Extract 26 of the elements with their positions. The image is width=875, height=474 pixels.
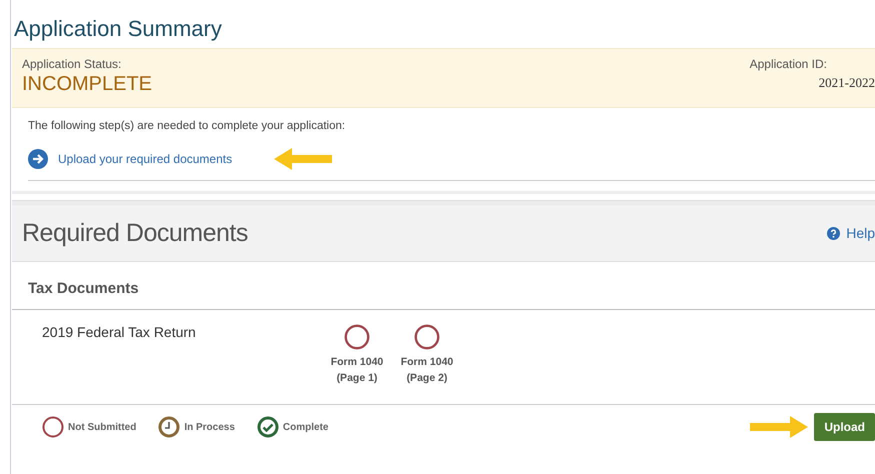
pointer-arrow-icon (272, 146, 334, 172)
arrow-circle-icon (28, 149, 48, 169)
status-circle-icon (344, 324, 370, 350)
help-icon (827, 226, 840, 240)
steps-intro: The following step(s) are needed to complete your application: (28, 120, 346, 132)
legend-label: Complete (282, 422, 328, 432)
legend-label: In Process (184, 422, 235, 432)
page-title: Application Summary (13, 15, 223, 43)
form-label: Form 1040 (Page 1) (330, 355, 384, 386)
check-circle-icon (256, 416, 279, 438)
clock-icon (158, 416, 180, 438)
status-value: INCOMPLETE (22, 73, 152, 96)
help-link[interactable]: Help (827, 225, 875, 241)
upload-button[interactable]: Upload (814, 413, 875, 441)
status-label: Application Status: (22, 57, 122, 71)
pointer-arrow-icon (748, 414, 810, 440)
legend-label: Not Submitted (68, 422, 136, 432)
status-circle-icon (42, 416, 64, 438)
status-circle-icon (414, 324, 440, 350)
form-label: Form 1040 (Page 2) (400, 355, 454, 386)
section-title: Required Documents (22, 218, 248, 248)
upload-documents-link[interactable]: Upload your required documents (58, 152, 232, 166)
document-name: 2019 Federal Tax Return (42, 324, 197, 342)
application-id-value: 2021-2022 (818, 75, 875, 91)
application-id-label: Application ID: (750, 57, 827, 71)
subsection-title: Tax Documents (12, 262, 875, 310)
